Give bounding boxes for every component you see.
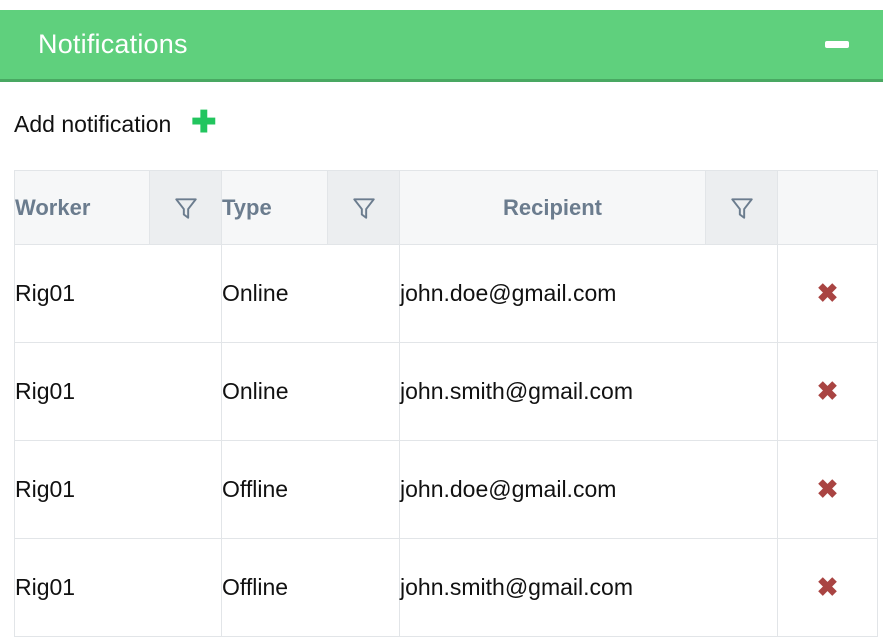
table-body: Rig01 Online john.doe@gmail.com ✖ Rig01 … [14,244,878,637]
plus-icon[interactable]: ✚ [191,108,216,138]
table-row: Rig01 Offline john.smith@gmail.com ✖ [14,538,878,637]
cell-actions: ✖ [777,342,878,441]
minimize-icon[interactable] [823,31,851,59]
cell-type: Online [221,244,400,343]
cell-worker: Rig01 [14,342,222,441]
table-row: Rig01 Online john.smith@gmail.com ✖ [14,342,878,441]
cell-recipient: john.doe@gmail.com [399,440,778,539]
filter-cell-recipient[interactable] [705,170,778,245]
cell-actions: ✖ [777,440,878,539]
add-notification-label: Add notification [14,110,172,137]
cell-type: Offline [221,440,400,539]
cell-recipient: john.doe@gmail.com [399,244,778,343]
cell-type: Online [221,342,400,441]
panel-header: Notifications [0,10,883,82]
delete-row-icon[interactable]: ✖ [817,574,839,600]
column-header-recipient[interactable]: Recipient [399,170,706,245]
filter-icon[interactable] [351,195,377,221]
column-header-worker[interactable]: Worker [14,170,150,245]
table-head: Worker Type Recipient [14,170,878,245]
cell-worker: Rig01 [14,244,222,343]
table-row: Rig01 Offline john.doe@gmail.com ✖ [14,440,878,539]
page-title: Notifications [38,29,188,59]
filter-icon[interactable] [729,195,755,221]
table-header-row: Worker Type Recipient [14,170,878,245]
notifications-panel: Notifications Add notification ✚ Worker [0,0,883,637]
notifications-table: Worker Type Recipient Rig01 Online john.… [14,170,878,637]
minimize-bar [825,41,849,48]
delete-row-icon[interactable]: ✖ [817,378,839,404]
cell-recipient: john.smith@gmail.com [399,342,778,441]
cell-worker: Rig01 [14,538,222,637]
column-header-type[interactable]: Type [221,170,328,245]
column-header-actions [777,170,878,245]
filter-cell-type[interactable] [327,170,400,245]
cell-worker: Rig01 [14,440,222,539]
cell-recipient: john.smith@gmail.com [399,538,778,637]
delete-row-icon[interactable]: ✖ [817,476,839,502]
cell-type: Offline [221,538,400,637]
delete-row-icon[interactable]: ✖ [817,280,839,306]
add-notification-row[interactable]: Add notification ✚ [14,103,216,145]
table-row: Rig01 Online john.doe@gmail.com ✖ [14,244,878,343]
cell-actions: ✖ [777,244,878,343]
cell-actions: ✖ [777,538,878,637]
filter-cell-worker[interactable] [149,170,222,245]
notifications-table-wrapper: Worker Type Recipient Rig01 Online john.… [14,170,878,637]
filter-icon[interactable] [173,195,199,221]
